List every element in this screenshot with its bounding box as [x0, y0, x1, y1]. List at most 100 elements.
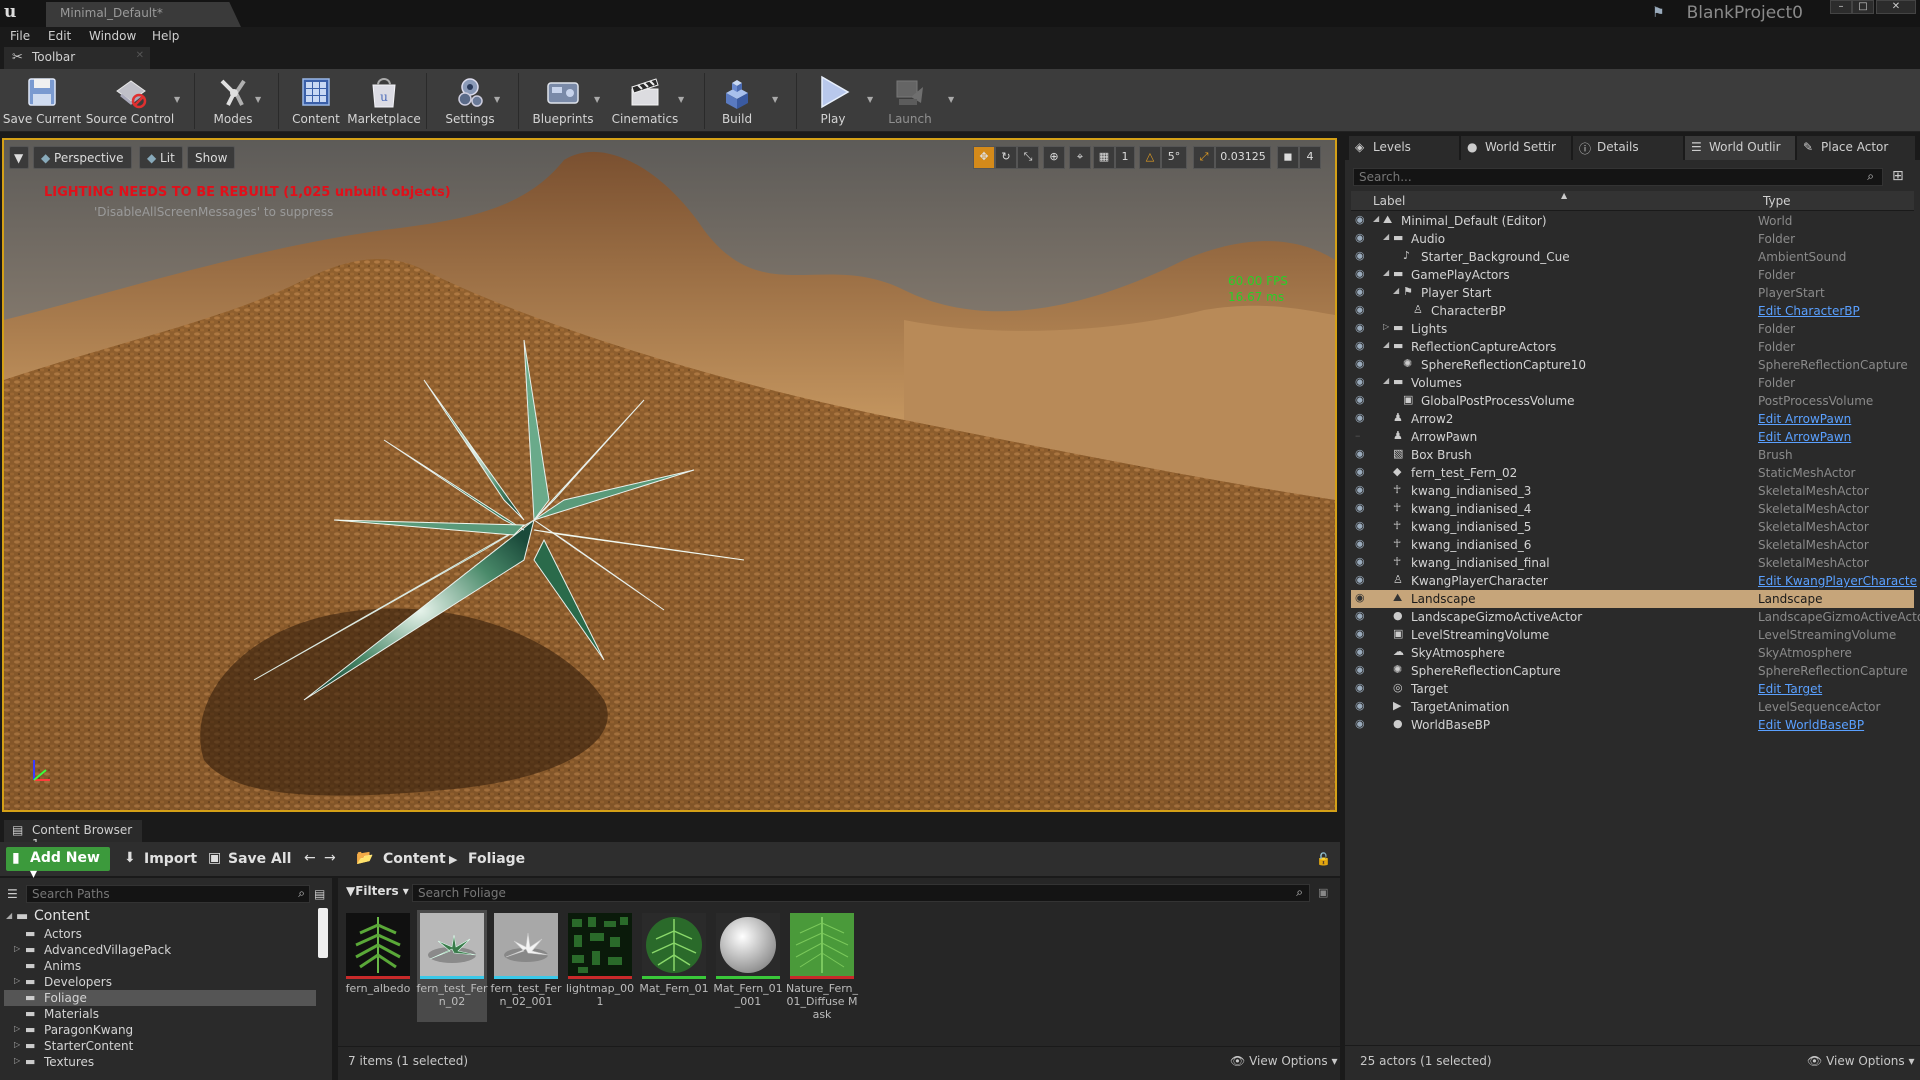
tree-item-startercontent[interactable]: ▷ ▬ StarterContent — [4, 1038, 316, 1054]
launch-button[interactable]: Launch — [888, 69, 932, 132]
menu-file[interactable]: File — [10, 29, 30, 43]
level-viewport[interactable]: ▼ ◆ Perspective ◆ Lit Show LIGHTING NEED… — [2, 138, 1337, 812]
table-row[interactable]: ◉ ✺ SphereReflectionCapture SphereReflectio… — [1351, 662, 1914, 680]
source-control-dropdown-icon[interactable]: ▼ — [174, 95, 180, 104]
launch-dropdown-icon[interactable]: ▼ — [948, 95, 954, 104]
maximize-button[interactable]: □ — [1852, 0, 1874, 14]
expand-arrow-icon[interactable]: ▷ — [14, 1056, 20, 1065]
show-button[interactable]: Show — [187, 146, 236, 169]
visibility-eye-icon[interactable]: ◉ — [1355, 249, 1371, 263]
save-current-button[interactable]: Save Current — [3, 69, 81, 132]
blueprints-button[interactable]: Blueprints — [532, 69, 594, 132]
lock-icon[interactable]: 🔓 — [1316, 852, 1331, 866]
grid-snap-value[interactable]: 1 — [1115, 146, 1135, 169]
asset-tile[interactable]: fern_albedo — [343, 910, 413, 1010]
asset-tile[interactable]: fern_test_Fern_02_001 — [490, 910, 562, 1010]
tree-item-materials[interactable]: ▬ Materials — [4, 1006, 316, 1022]
table-row[interactable]: ◉ ▧ Box Brush Brush — [1351, 446, 1914, 464]
table-row[interactable]: ◉ ▶ TargetAnimation LevelSequenceActor — [1351, 698, 1914, 716]
row-type-link[interactable]: Edit WorldBaseBP — [1758, 718, 1864, 732]
visibility-eye-icon[interactable]: ◉ — [1355, 213, 1371, 227]
scale-snap-value[interactable]: 0.03125 — [1215, 146, 1271, 169]
visibility-eye-icon[interactable]: ◉ — [1355, 231, 1371, 245]
row-type-link[interactable]: Edit KwangPlayerCharacte — [1758, 574, 1917, 588]
modes-dropdown-icon[interactable]: ▼ — [255, 95, 261, 104]
table-row[interactable]: ◉ ● WorldBaseBP Edit WorldBaseBP — [1351, 716, 1914, 734]
content-button[interactable]: Content — [290, 69, 342, 132]
visibility-eye-icon[interactable]: ◉ — [1355, 663, 1371, 677]
tree-scrollbar[interactable] — [318, 908, 328, 958]
table-row[interactable]: ◉ ◎ Target Edit Target — [1351, 680, 1914, 698]
table-row[interactable]: ◉ ♙ KwangPlayerCharacter Edit KwangPlayerCh… — [1351, 572, 1917, 590]
outliner-search-input[interactable]: Search... ⌕ — [1353, 168, 1883, 186]
tab-world-settings[interactable]: ● World Settir — [1461, 136, 1571, 160]
visibility-eye-icon[interactable]: ◉ — [1355, 645, 1371, 659]
table-row[interactable]: ◉ ☥ kwang_indianised_5 SkeletalMeshActor — [1351, 518, 1914, 536]
expand-arrow-icon[interactable]: ▷ — [1383, 322, 1393, 331]
row-type-link[interactable]: Edit ArrowPawn — [1758, 430, 1851, 444]
table-row[interactable]: ◉ ◢ ▬ GamePlayActors Folder — [1351, 266, 1914, 284]
surface-snap-icon[interactable]: ⌖ — [1069, 146, 1091, 169]
import-button[interactable]: Import — [144, 851, 197, 867]
close-icon[interactable]: ✕ — [136, 50, 144, 61]
scale-snap-icon[interactable]: ⤢ — [1193, 146, 1215, 169]
viewport-scene[interactable] — [4, 140, 1335, 810]
play-button[interactable]: Play — [810, 69, 856, 132]
table-row[interactable]: ◉ ☥ kwang_indianised_3 SkeletalMeshActor — [1351, 482, 1914, 500]
paths-list-icon[interactable]: ▤ — [314, 887, 325, 901]
visibility-eye-icon[interactable]: ◉ — [1355, 357, 1371, 371]
build-button[interactable]: Build — [716, 69, 758, 132]
table-row[interactable]: ◉ ☁ SkyAtmosphere SkyAtmosphere — [1351, 644, 1914, 662]
visibility-eye-icon[interactable]: ◉ — [1355, 321, 1371, 335]
collapse-arrow-icon[interactable]: ◢ — [1383, 376, 1393, 385]
scale-mode-icon[interactable]: ⤡ — [1017, 146, 1039, 169]
row-type-link[interactable]: Edit ArrowPawn — [1758, 412, 1851, 426]
visibility-eye-icon[interactable]: ◉ — [1355, 591, 1371, 605]
save-all-button[interactable]: Save All — [228, 851, 291, 867]
visibility-eye-icon[interactable]: ◉ — [1355, 447, 1371, 461]
asset-tile[interactable]: Mat_Fern_01 — [639, 910, 709, 1010]
table-row-selected[interactable]: ◉ ⛰ Landscape Landscape — [1351, 590, 1914, 608]
expand-arrow-icon[interactable]: ▷ — [14, 1024, 20, 1033]
visibility-eye-icon[interactable]: ◉ — [1355, 627, 1371, 641]
add-new-button[interactable]: ▮ Add New ▾ — [6, 847, 110, 882]
table-row[interactable]: ◉ ☥ kwang_indianised_4 SkeletalMeshActor — [1351, 500, 1914, 518]
build-dropdown-icon[interactable]: ▼ — [772, 95, 778, 104]
camera-speed-value[interactable]: 4 — [1299, 146, 1321, 169]
rotation-snap-icon[interactable]: △ — [1139, 146, 1161, 169]
tree-item-developers[interactable]: ▷ ▬ Developers — [4, 974, 316, 990]
tree-root-content[interactable]: ◢ ▬ Content — [4, 908, 316, 926]
menu-window[interactable]: Window — [89, 29, 136, 43]
visibility-eye-icon[interactable]: ◉ — [1355, 699, 1371, 713]
expand-arrow-icon[interactable]: ▷ — [14, 1040, 20, 1049]
camera-speed-icon[interactable]: ◼ — [1277, 146, 1299, 169]
visibility-hidden-icon[interactable]: – — [1355, 429, 1371, 443]
back-arrow-icon[interactable]: ← — [304, 850, 316, 866]
table-row[interactable]: ◉ ◢ ▬ Volumes Folder — [1351, 374, 1914, 392]
table-row[interactable]: ◉ ● LandscapeGizmoActiveActor LandscapeGizm… — [1351, 608, 1920, 626]
source-control-button[interactable]: Source Control — [86, 69, 174, 132]
table-row[interactable]: ◉ ☥ kwang_indianised_6 SkeletalMeshActor — [1351, 536, 1914, 554]
visibility-eye-icon[interactable]: ◉ — [1355, 681, 1371, 695]
world-space-icon[interactable]: ⊕ — [1043, 146, 1065, 169]
paths-menu-icon[interactable]: ☰ — [7, 887, 18, 901]
column-type[interactable]: Type — [1763, 194, 1791, 208]
tree-item-paragonkwang[interactable]: ▷ ▬ ParagonKwang — [4, 1022, 316, 1038]
visibility-eye-icon[interactable]: ◉ — [1355, 339, 1371, 353]
table-row[interactable]: ◉ ☥ kwang_indianised_final SkeletalMeshActo… — [1351, 554, 1914, 572]
table-row[interactable]: ◉ ♟ Arrow2 Edit ArrowPawn — [1351, 410, 1914, 428]
content-browser-tab[interactable]: ▤ Content Browser 1 — [4, 820, 142, 851]
tab-place-actor[interactable]: ✎ Place Actor — [1797, 136, 1915, 160]
marketplace-button[interactable]: u Marketplace — [347, 69, 421, 132]
blueprints-dropdown-icon[interactable]: ▼ — [594, 95, 600, 104]
tree-item-textures[interactable]: ▷ ▬ Textures — [4, 1054, 316, 1070]
save-search-icon[interactable]: ▣ — [1318, 886, 1328, 899]
visibility-eye-icon[interactable]: ◉ — [1355, 303, 1371, 317]
table-row[interactable]: ◉ ◢ ▬ ReflectionCaptureActors Folder — [1351, 338, 1914, 356]
visibility-eye-icon[interactable]: ◉ — [1355, 501, 1371, 515]
table-row[interactable]: ◉ ▣ GlobalPostProcessVolume PostProcessVolu… — [1351, 392, 1914, 410]
table-row[interactable]: ◉ ▷ ▬ Lights Folder — [1351, 320, 1914, 338]
cinematics-dropdown-icon[interactable]: ▼ — [678, 95, 684, 104]
visibility-eye-icon[interactable]: ◉ — [1355, 393, 1371, 407]
play-dropdown-icon[interactable]: ▼ — [867, 95, 873, 104]
